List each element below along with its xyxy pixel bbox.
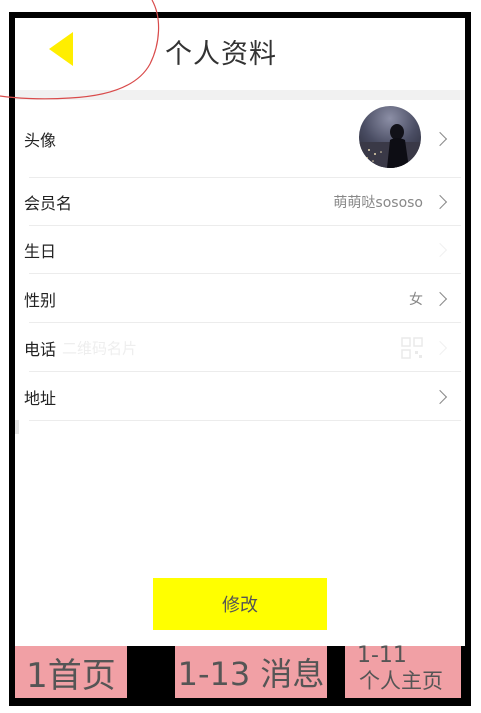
row-divider <box>29 371 461 372</box>
chevron-right-icon <box>432 291 448 307</box>
row-gender[interactable]: 性别 女 <box>15 275 465 323</box>
header-divider <box>15 90 465 100</box>
chevron-right-icon <box>432 242 448 258</box>
chevron-right-icon <box>432 194 448 210</box>
avatar-label: 头像 <box>24 131 57 150</box>
member-name-value: 萌萌哒sososo <box>333 195 423 211</box>
row-address[interactable]: 地址 <box>15 373 465 421</box>
tab-home[interactable]: 1首页 <box>15 646 127 698</box>
modify-button[interactable]: 修改 <box>153 578 327 630</box>
chevron-right-icon <box>432 340 448 356</box>
row-phone[interactable]: 电话 二维码名片 <box>15 324 465 372</box>
birthday-label: 生日 <box>24 242 57 261</box>
qr-code-icon <box>401 337 423 359</box>
tab-messages[interactable]: 1-13 消息 <box>175 646 327 698</box>
row-divider <box>29 420 461 421</box>
row-divider <box>29 273 461 274</box>
address-label: 地址 <box>24 389 57 408</box>
row-birthday[interactable]: 生日 <box>15 226 465 274</box>
phone-label: 电话 <box>24 340 57 359</box>
chevron-right-icon <box>432 131 448 147</box>
header: 个人资料 <box>15 18 465 88</box>
row-member-name[interactable]: 会员名 萌萌哒sososo <box>15 178 465 226</box>
tab-profile-count: 1-11 <box>357 643 407 668</box>
chevron-right-icon <box>432 389 448 405</box>
avatar <box>359 106 421 168</box>
row-divider <box>29 322 461 323</box>
tab-profile[interactable]: 1-11 个人主页 <box>345 643 461 698</box>
gender-value: 女 <box>409 292 423 308</box>
qr-card-label: 二维码名片 <box>62 339 138 358</box>
row-avatar[interactable]: 头像 <box>15 100 465 178</box>
member-name-label: 会员名 <box>24 194 73 213</box>
profile-screen: 个人资料 头像 会员名 萌萌哒sososo 生日 性别 女 电话 二维码名片 地… <box>15 18 465 646</box>
page-title: 个人资料 <box>165 39 277 70</box>
tab-profile-label: 个人主页 <box>359 669 443 693</box>
back-arrow-icon[interactable] <box>49 32 73 66</box>
gender-label: 性别 <box>24 291 57 310</box>
left-edge-mark <box>15 420 19 434</box>
